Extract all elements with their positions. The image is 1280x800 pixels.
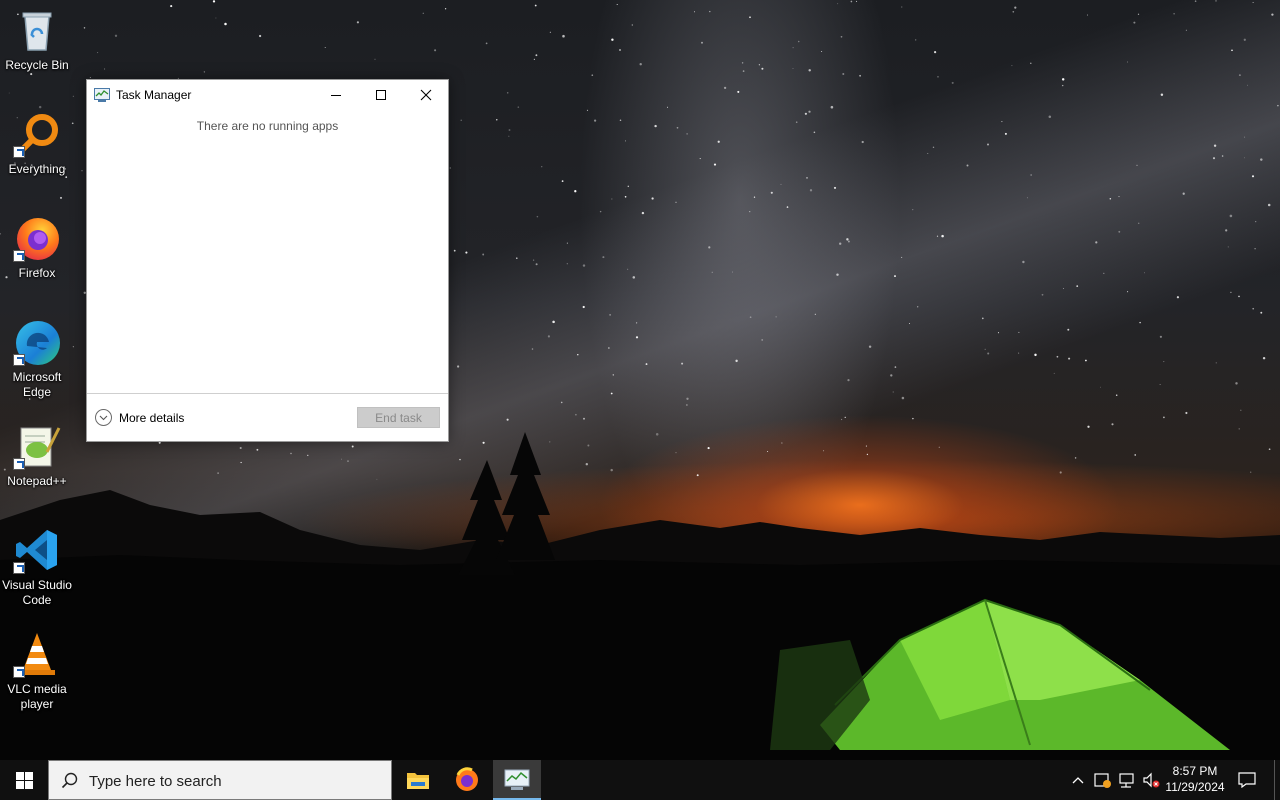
action-center-button[interactable]: [1234, 760, 1260, 800]
search-input[interactable]: Type here to search: [48, 760, 392, 800]
desktop-icon-label: Recycle Bin: [5, 58, 69, 72]
recycle-bin-icon: [13, 6, 61, 54]
close-icon: [420, 89, 432, 101]
everything-search-icon: [13, 110, 61, 158]
task-manager-app-icon: [94, 88, 110, 102]
desktop-icon-recycle-bin[interactable]: Recycle Bin: [0, 6, 74, 73]
search-placeholder: Type here to search: [89, 773, 222, 790]
firefox-icon: [13, 214, 61, 262]
task-manager-icon: [504, 769, 530, 790]
minimize-button[interactable]: [313, 80, 359, 110]
empty-state-message: There are no running apps: [196, 119, 339, 133]
end-task-button[interactable]: End task: [357, 407, 440, 428]
shortcut-arrow-icon: [13, 250, 25, 262]
shortcut-arrow-icon: [13, 666, 25, 678]
more-details-label: More details: [119, 410, 185, 425]
shortcut-arrow-icon: [13, 458, 25, 470]
search-icon: [61, 772, 78, 789]
desktop-icon-visual-studio-code[interactable]: Visual Studio Code: [0, 526, 74, 608]
shortcut-arrow-icon: [13, 354, 25, 366]
more-details-button[interactable]: More details: [95, 409, 184, 426]
taskbar-file-explorer[interactable]: [394, 760, 442, 800]
task-manager-window[interactable]: Task Manager There are no running apps M…: [86, 79, 449, 442]
security-alert-icon: [1094, 773, 1111, 788]
desktop-icon-label: Microsoft Edge: [12, 370, 62, 399]
title-bar[interactable]: Task Manager: [87, 80, 448, 110]
desktop-icon-everything[interactable]: Everything: [0, 110, 74, 177]
desktop-icon-label: Notepad++: [7, 474, 67, 488]
desktop-icon-firefox[interactable]: Firefox: [0, 214, 74, 281]
firefox-icon: [456, 767, 478, 791]
vlc-cone-icon: [13, 630, 61, 678]
desktop-icon-label: Everything: [8, 162, 66, 176]
volume-muted-icon: [1143, 772, 1160, 788]
taskbar-firefox[interactable]: [443, 760, 491, 800]
network-icon: [1119, 773, 1134, 788]
desktop-icon-label: Visual Studio Code: [2, 578, 72, 607]
start-button[interactable]: [0, 760, 48, 800]
show-hidden-icons-button[interactable]: [1068, 760, 1088, 800]
tray-network-button[interactable]: [1116, 760, 1138, 800]
shortcut-arrow-icon: [13, 562, 25, 574]
notification-icon: [1238, 772, 1256, 788]
folder-icon: [407, 773, 429, 789]
window-title: Task Manager: [116, 88, 192, 102]
minimize-icon: [331, 95, 341, 96]
notepad-plus-plus-icon: [13, 422, 61, 470]
shortcut-arrow-icon: [13, 146, 25, 158]
running-apps-list: There are no running apps: [87, 110, 448, 393]
maximize-icon: [376, 90, 386, 100]
windows-logo-icon: [15, 771, 33, 789]
desktop-icon-notepad-plus-plus[interactable]: Notepad++: [0, 422, 74, 489]
desktop-icon-vlc[interactable]: VLC media player: [0, 630, 74, 712]
desktop-icon-microsoft-edge[interactable]: Microsoft Edge: [0, 318, 74, 400]
tray-volume-button[interactable]: [1140, 760, 1162, 800]
desktop-icon-label: VLC media player: [7, 682, 67, 711]
task-manager-footer: More details End task: [87, 393, 448, 442]
vscode-icon: [13, 526, 61, 574]
taskbar-clock[interactable]: 8:57 PM 11/29/2024: [1160, 763, 1230, 795]
desktop-icon-label: Firefox: [18, 266, 56, 280]
taskbar-task-manager[interactable]: [493, 760, 541, 800]
tray-security-icon-button[interactable]: [1092, 760, 1114, 800]
chevron-down-icon: [95, 409, 112, 426]
maximize-button[interactable]: [358, 80, 404, 110]
show-desktop-button[interactable]: [1274, 760, 1280, 800]
close-button[interactable]: [403, 80, 449, 110]
taskbar: Type here to search 8:57 PM 11/29/2024: [0, 760, 1280, 800]
clock-time: 8:57 PM: [1172, 764, 1218, 778]
chevron-up-icon: [1072, 777, 1084, 784]
desktop-background: Recycle Bin Everything Firefox Microsoft…: [0, 0, 1280, 760]
edge-icon: [13, 318, 61, 366]
clock-date: 11/29/2024: [1165, 780, 1225, 794]
